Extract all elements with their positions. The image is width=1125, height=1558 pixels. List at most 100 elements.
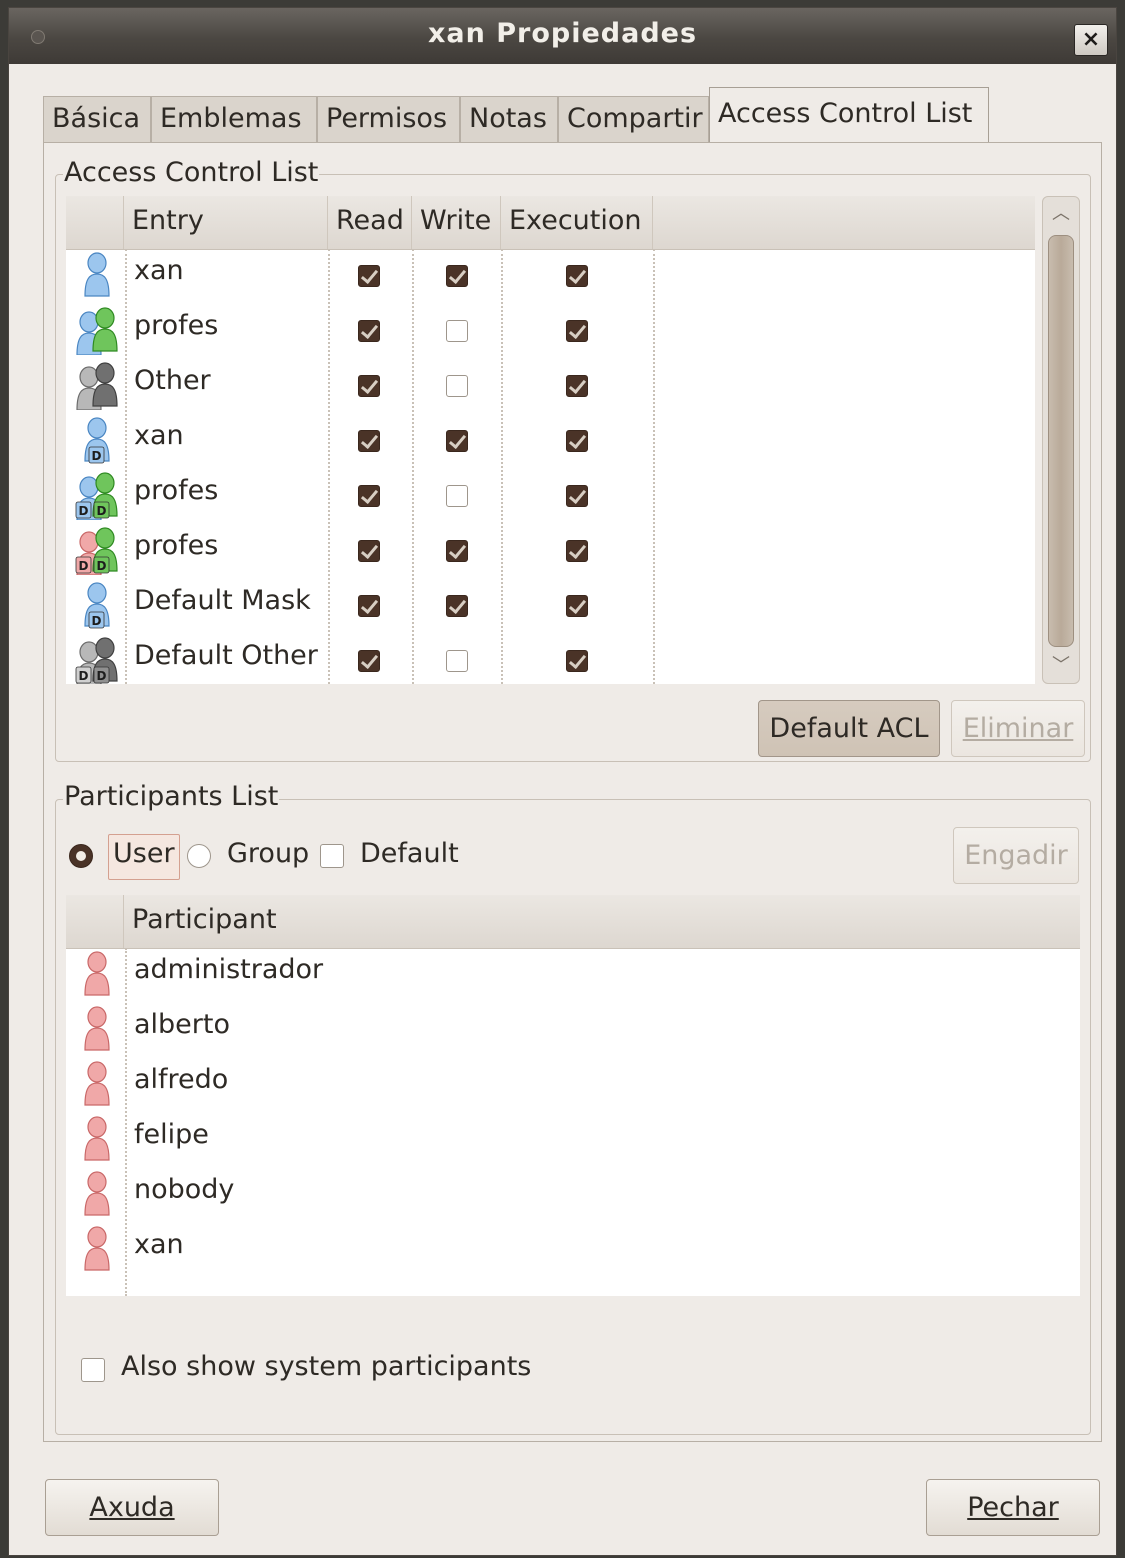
acl-row[interactable]: profes — [66, 304, 1035, 359]
participant-row[interactable]: administrador — [66, 948, 1080, 1003]
execution-checkbox[interactable] — [566, 485, 588, 507]
acl-entry-name: xan — [134, 420, 184, 451]
acl-header: Entry Read Write Execution — [66, 196, 1035, 250]
execution-checkbox[interactable] — [566, 540, 588, 562]
write-checkbox[interactable] — [446, 320, 468, 342]
read-checkbox[interactable] — [358, 485, 380, 507]
svg-text:D: D — [92, 614, 102, 628]
acl-header-write[interactable]: Write — [412, 196, 501, 249]
acl-entry-name: Default Mask — [134, 585, 311, 616]
participant-name: felipe — [134, 1119, 209, 1150]
participant-row[interactable]: xan — [66, 1223, 1080, 1278]
read-checkbox[interactable] — [358, 540, 380, 562]
read-checkbox[interactable] — [358, 375, 380, 397]
tab-basica[interactable]: Básica — [43, 96, 151, 142]
read-checkbox[interactable] — [358, 595, 380, 617]
acl-frame-legend: Access Control List — [63, 157, 320, 188]
svg-text:D: D — [79, 669, 89, 683]
acl-header-execution[interactable]: Execution — [501, 196, 653, 249]
group-radio-label[interactable]: Group — [227, 838, 309, 869]
acl-row[interactable]: D D profes — [66, 524, 1035, 579]
write-checkbox[interactable] — [446, 265, 468, 287]
close-button[interactable]: Pechar — [926, 1479, 1100, 1536]
read-checkbox[interactable] — [358, 650, 380, 672]
tab-notas[interactable]: Notas — [460, 96, 558, 142]
participants-header-icon-col[interactable] — [66, 895, 124, 948]
scroll-down-icon[interactable]: ﹀ — [1043, 651, 1079, 681]
participant-row[interactable]: alfredo — [66, 1058, 1080, 1113]
read-checkbox[interactable] — [358, 320, 380, 342]
user-radio-label[interactable]: User — [113, 838, 175, 869]
close-window-button[interactable]: × — [1074, 24, 1108, 56]
write-checkbox[interactable] — [446, 485, 468, 507]
properties-dialog: xan Propiedades × Básica Emblemas Permis… — [8, 7, 1117, 1556]
participants-header-participant[interactable]: Participant — [124, 895, 1080, 948]
acl-entry-name: profes — [134, 530, 219, 561]
user-red-icon — [72, 1226, 122, 1274]
participants-tree[interactable]: Participant administrador alberto alfred… — [66, 895, 1080, 1296]
acl-entry-name: Default Other — [134, 640, 318, 671]
user-red-icon — [72, 1116, 122, 1164]
svg-text:D: D — [97, 559, 107, 573]
scroll-up-icon[interactable]: ︿ — [1043, 199, 1079, 229]
acl-entry-name: profes — [134, 310, 219, 341]
help-button[interactable]: Axuda — [45, 1479, 219, 1536]
acl-row[interactable]: xan — [66, 249, 1035, 304]
svg-text:D: D — [97, 504, 107, 518]
acl-row[interactable]: D D Default Other — [66, 634, 1035, 684]
write-checkbox[interactable] — [446, 540, 468, 562]
write-checkbox[interactable] — [446, 375, 468, 397]
participant-name: nobody — [134, 1174, 235, 1205]
acl-tree[interactable]: Entry Read Write Execution xan profes Ot… — [66, 196, 1035, 684]
acl-entry-name: Other — [134, 365, 211, 396]
acl-header-read[interactable]: Read — [328, 196, 412, 249]
user-blue-icon — [72, 252, 122, 300]
group-blue-green-icon — [72, 307, 122, 356]
help-button-label: Axuda — [89, 1492, 175, 1523]
close-button-label: Pechar — [967, 1492, 1059, 1523]
read-checkbox[interactable] — [358, 430, 380, 452]
user-radio[interactable] — [69, 844, 93, 868]
write-checkbox[interactable] — [446, 595, 468, 617]
add-participant-button[interactable]: Engadir — [953, 827, 1079, 884]
default-acl-button[interactable]: Default ACL — [758, 700, 940, 757]
default-mask-icon: D — [72, 582, 122, 630]
tab-permisos[interactable]: Permisos — [317, 96, 460, 142]
tab-emblemas[interactable]: Emblemas — [151, 96, 317, 142]
acl-header-entry[interactable]: Entry — [124, 196, 328, 249]
remove-entry-button[interactable]: Eliminar — [951, 700, 1085, 757]
participant-row[interactable]: felipe — [66, 1113, 1080, 1168]
execution-checkbox[interactable] — [566, 320, 588, 342]
acl-header-icon-col[interactable] — [66, 196, 124, 249]
title-bar[interactable]: xan Propiedades × — [9, 8, 1116, 64]
acl-scrollbar[interactable]: ︿ ﹀ — [1042, 196, 1080, 684]
execution-checkbox[interactable] — [566, 430, 588, 452]
participants-header: Participant — [66, 895, 1080, 949]
execution-checkbox[interactable] — [566, 595, 588, 617]
tab-compartir[interactable]: Compartir — [558, 96, 709, 142]
group-radio[interactable] — [187, 844, 211, 868]
acl-row[interactable]: D D profes — [66, 469, 1035, 524]
default-user-icon: D — [72, 417, 122, 465]
user-red-icon — [72, 1006, 122, 1054]
default-checkbox-label[interactable]: Default — [360, 838, 459, 869]
system-participants-label[interactable]: Also show system participants — [121, 1351, 531, 1382]
system-participants-checkbox[interactable] — [81, 1358, 105, 1382]
participant-name: administrador — [134, 954, 324, 985]
execution-checkbox[interactable] — [566, 265, 588, 287]
write-checkbox[interactable] — [446, 650, 468, 672]
acl-row[interactable]: D Default Mask — [66, 579, 1035, 634]
participant-row[interactable]: nobody — [66, 1168, 1080, 1223]
acl-row[interactable]: Other — [66, 359, 1035, 414]
tab-access-control-list[interactable]: Access Control List — [709, 87, 989, 144]
read-checkbox[interactable] — [358, 265, 380, 287]
execution-checkbox[interactable] — [566, 375, 588, 397]
execution-checkbox[interactable] — [566, 650, 588, 672]
participant-row[interactable]: alberto — [66, 1003, 1080, 1058]
acl-scrollbar-thumb[interactable] — [1048, 235, 1074, 647]
default-checkbox[interactable] — [320, 844, 344, 868]
acl-entry-name: profes — [134, 475, 219, 506]
participant-name: xan — [134, 1229, 184, 1260]
write-checkbox[interactable] — [446, 430, 468, 452]
acl-row[interactable]: D xan — [66, 414, 1035, 469]
